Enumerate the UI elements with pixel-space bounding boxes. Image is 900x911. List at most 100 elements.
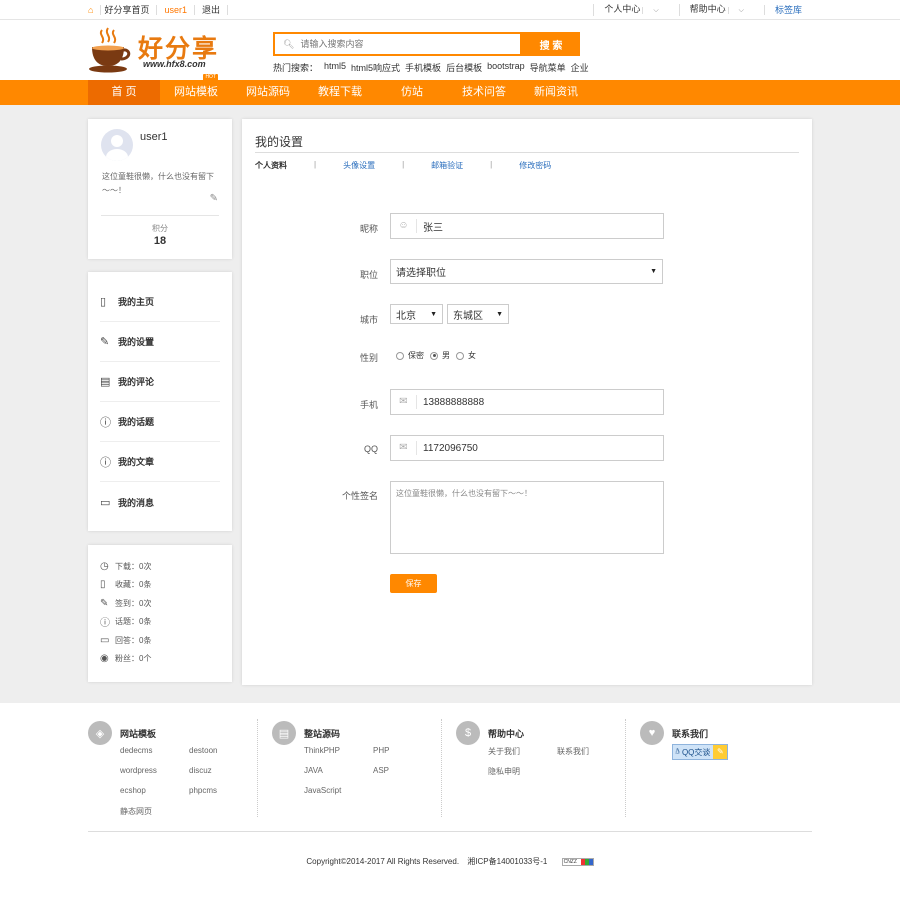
menu-item-topics[interactable]: ⓘ 我的话题: [100, 402, 220, 442]
avatar-body-shape: [106, 149, 128, 161]
footer-col-title: 整站源码: [304, 729, 341, 739]
user-icon: ☺: [391, 219, 417, 233]
phone-field[interactable]: ✉ 13888888888: [390, 389, 664, 415]
qq-value: 1172096750: [423, 442, 478, 454]
cnzz-badge[interactable]: CNZZ: [561, 857, 594, 866]
help-center-label[interactable]: 帮助中心: [690, 4, 726, 14]
menu-item-comments[interactable]: ▤ 我的评论: [100, 362, 220, 402]
position-select[interactable]: 请选择职位 ▼: [390, 259, 663, 284]
search-input[interactable]: [300, 39, 501, 49]
personal-center-menu[interactable]: 个人中心 ⌵: [593, 4, 678, 16]
gender-radio-male[interactable]: [430, 351, 438, 360]
signature-textarea[interactable]: 这位童鞋很懒，什么也没有留下～～！: [390, 481, 664, 554]
nav-item-news[interactable]: 新闻资讯: [520, 80, 592, 105]
footer-link[interactable]: JavaScript: [304, 786, 341, 795]
hot-search-item[interactable]: 企业: [571, 61, 589, 74]
menu-item-label: 我的评论: [118, 377, 155, 387]
edit-pencil-icon[interactable]: ✎: [210, 193, 218, 204]
tab-avatar[interactable]: 头像设置: [343, 160, 375, 171]
signature-label: 个性签名: [341, 491, 378, 501]
gender-radio-female[interactable]: [456, 351, 464, 360]
nav-item-source[interactable]: 网站源码: [232, 80, 304, 105]
footer-col-templates: ◈ 网站模板 dedecms destoon wordpress discuz …: [88, 719, 248, 819]
search-button[interactable]: 搜 索: [522, 32, 580, 56]
footer-link[interactable]: discuz: [189, 766, 212, 775]
pencil-icon: ✎: [100, 336, 110, 348]
footer-link[interactable]: JAVA: [304, 766, 323, 775]
logout-link[interactable]: 退出: [195, 5, 228, 15]
city-select[interactable]: 北京 ▼: [390, 304, 443, 324]
header: 好分享 www.hfx8.com 🔍︎ 搜 索 热门搜索： html5 html…: [0, 20, 900, 80]
tab-password[interactable]: 修改密码: [519, 160, 551, 171]
tag-library-link[interactable]: 标签库: [763, 5, 812, 15]
footer-link[interactable]: 静态网页: [120, 806, 152, 817]
site-logo[interactable]: 好分享 www.hfx8.com: [88, 26, 220, 76]
footer-link[interactable]: 联系我们: [557, 746, 589, 757]
menu-item-messages[interactable]: ▭ 我的消息: [100, 482, 220, 522]
menu-item-articles[interactable]: ⓘ 我的文章: [100, 442, 220, 482]
nav-item-qa[interactable]: 技术问答: [448, 80, 520, 105]
position-label: 职位: [359, 270, 378, 280]
footer-link[interactable]: phpcms: [189, 786, 217, 795]
hot-search-item[interactable]: 导航菜单: [530, 61, 566, 74]
hot-search-item[interactable]: 后台模板: [446, 61, 482, 74]
hot-search-item[interactable]: html5响应式: [351, 61, 400, 74]
menu-item-label: 我的文章: [118, 457, 155, 467]
stat-checkins: ✎ 签到： 0次: [100, 594, 232, 613]
pencil-icon: ✎: [100, 597, 109, 609]
tab-separator: |: [314, 160, 317, 169]
footer-link[interactable]: dedecms: [120, 746, 152, 755]
avatar[interactable]: [101, 129, 133, 161]
footer-link[interactable]: 隐私申明: [488, 766, 520, 777]
nav-item-clone[interactable]: 仿站: [376, 80, 448, 105]
personal-center-label[interactable]: 个人中心: [604, 4, 640, 14]
home-icon: ⌂: [88, 5, 102, 15]
menu-item-home[interactable]: ▯ 我的主页: [100, 282, 220, 322]
hot-search-item[interactable]: html5: [324, 61, 346, 74]
question-icon: ⓘ: [100, 416, 111, 429]
nav-item-templates[interactable]: 网站模板 HOT: [160, 74, 232, 105]
stat-favorites: ▯ 收藏： 0条: [100, 576, 232, 595]
footer-divider: [441, 719, 442, 817]
footer-link[interactable]: PHP: [373, 746, 389, 755]
footer-link[interactable]: ThinkPHP: [304, 746, 340, 755]
search-bar: 🔍︎ 搜 索: [273, 32, 580, 56]
home-link[interactable]: ⌂ 好分享首页: [88, 5, 158, 15]
phone-label: 手机: [359, 400, 378, 410]
footer-link[interactable]: ASP: [373, 766, 389, 775]
footer-link[interactable]: destoon: [189, 746, 217, 755]
clipboard-icon: ▤: [100, 376, 111, 388]
footer-link[interactable]: 关于我们: [488, 746, 520, 757]
home-link-label[interactable]: 好分享首页: [104, 5, 149, 15]
tab-profile[interactable]: 个人资料: [255, 160, 287, 171]
hot-search-item[interactable]: bootstrap: [487, 61, 525, 74]
nickname-field[interactable]: ☺ 张三: [390, 213, 664, 239]
dropdown-arrow-icon: ▼: [650, 268, 657, 275]
tab-email[interactable]: 邮箱验证: [431, 160, 463, 171]
save-button[interactable]: 保存: [390, 574, 437, 593]
stat-label: 话题：: [115, 617, 139, 627]
icp-text[interactable]: 湘ICP备14001033号-1: [467, 857, 547, 866]
qq-field[interactable]: ✉ 1172096750: [390, 435, 664, 461]
menu-item-label: 我的消息: [118, 497, 155, 508]
district-select[interactable]: 东城区 ▼: [447, 304, 509, 324]
gender-radio-secret[interactable]: [396, 351, 404, 360]
footer-link[interactable]: ecshop: [120, 786, 146, 795]
stat-answers: ▭ 回答： 0条: [100, 631, 232, 650]
page-title: 我的设置: [255, 135, 304, 149]
footer-link[interactable]: wordpress: [120, 766, 157, 775]
nav-item-tutorials[interactable]: 教程下载: [304, 80, 376, 105]
footer-divider: [257, 719, 258, 817]
edit-icon: ✎: [713, 745, 728, 759]
bookmark-icon: ▯: [100, 579, 106, 591]
hot-search-item[interactable]: 手机模板: [405, 61, 441, 74]
menu-item-settings[interactable]: ✎ 我的设置: [100, 322, 220, 362]
help-center-menu[interactable]: 帮助中心 ⌵: [678, 4, 764, 16]
divider: [101, 215, 219, 216]
qq-chat-button[interactable]: 🐧︎ QQ交谈 ✎: [672, 744, 729, 760]
user-link[interactable]: user1: [157, 5, 195, 15]
nickname-label: 昵称: [359, 224, 378, 234]
gender-option-label: 保密: [408, 351, 424, 360]
nav-item-home[interactable]: 首 页: [88, 80, 160, 105]
top-bar-right: 个人中心 ⌵ 帮助中心 ⌵ 标签库: [593, 0, 812, 20]
